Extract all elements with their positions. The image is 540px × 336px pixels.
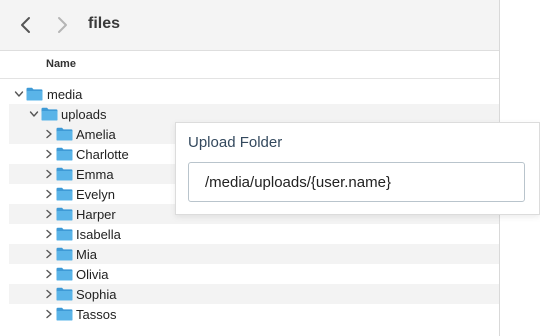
chevron-right-icon[interactable] [44, 189, 54, 199]
upload-folder-title: Upload Folder [188, 134, 283, 151]
tree-label: Sophia [76, 287, 117, 302]
chevron-right-icon[interactable] [44, 129, 54, 139]
chevron-right-icon[interactable] [44, 249, 54, 259]
forward-button[interactable] [50, 13, 74, 37]
folder-icon [56, 227, 73, 241]
chevron-down-icon[interactable] [14, 89, 24, 99]
tree-label: Olivia [76, 267, 109, 282]
tree-label: Harper [76, 207, 116, 222]
folder-icon [56, 307, 73, 321]
window-title: files [88, 15, 121, 32]
chevron-right-icon[interactable] [44, 149, 54, 159]
tree-label: uploads [61, 107, 107, 122]
tree-label: Tassos [76, 307, 117, 322]
tree-label: Charlotte [76, 147, 129, 162]
folder-icon [26, 87, 43, 101]
tree-row-folder[interactable]: Tassos [9, 304, 499, 324]
folder-icon [56, 267, 73, 281]
back-button[interactable] [14, 13, 38, 37]
tree-label: media [47, 87, 83, 102]
column-header-label: Name [46, 58, 76, 70]
tree-label: Mia [76, 247, 97, 262]
folder-icon [56, 147, 73, 161]
tree-row-folder[interactable]: Mia [9, 244, 499, 264]
tree-row-media[interactable]: media [9, 84, 499, 104]
tree-label: Emma [76, 167, 114, 182]
chevron-right-icon[interactable] [44, 269, 54, 279]
chevron-right-icon[interactable] [44, 289, 54, 299]
upload-folder-input[interactable] [188, 162, 525, 202]
chevron-right-icon[interactable] [44, 229, 54, 239]
folder-icon [56, 127, 73, 141]
chevron-down-icon[interactable] [29, 109, 39, 119]
tree-row-uploads[interactable]: uploads [9, 104, 499, 124]
folder-icon [56, 207, 73, 221]
chevron-right-icon[interactable] [44, 169, 54, 179]
upload-folder-panel: Upload Folder [175, 122, 540, 215]
column-header-name[interactable]: Name [0, 51, 499, 79]
tree-row-folder[interactable]: Isabella [9, 224, 499, 244]
toolbar: files [0, 0, 499, 51]
tree-label: Amelia [76, 127, 116, 142]
tree-row-folder[interactable]: Sophia [9, 284, 499, 304]
tree-label: Isabella [76, 227, 121, 242]
chevron-left-icon [21, 17, 30, 33]
folder-icon [56, 187, 73, 201]
chevron-right-icon [58, 17, 67, 33]
tree-label: Evelyn [76, 187, 116, 202]
folder-icon [56, 247, 73, 261]
chevron-right-icon[interactable] [44, 209, 54, 219]
folder-icon [56, 167, 73, 181]
tree-row-folder[interactable]: Olivia [9, 264, 499, 284]
folder-icon [56, 287, 73, 301]
chevron-right-icon[interactable] [44, 309, 54, 319]
folder-icon [41, 107, 58, 121]
